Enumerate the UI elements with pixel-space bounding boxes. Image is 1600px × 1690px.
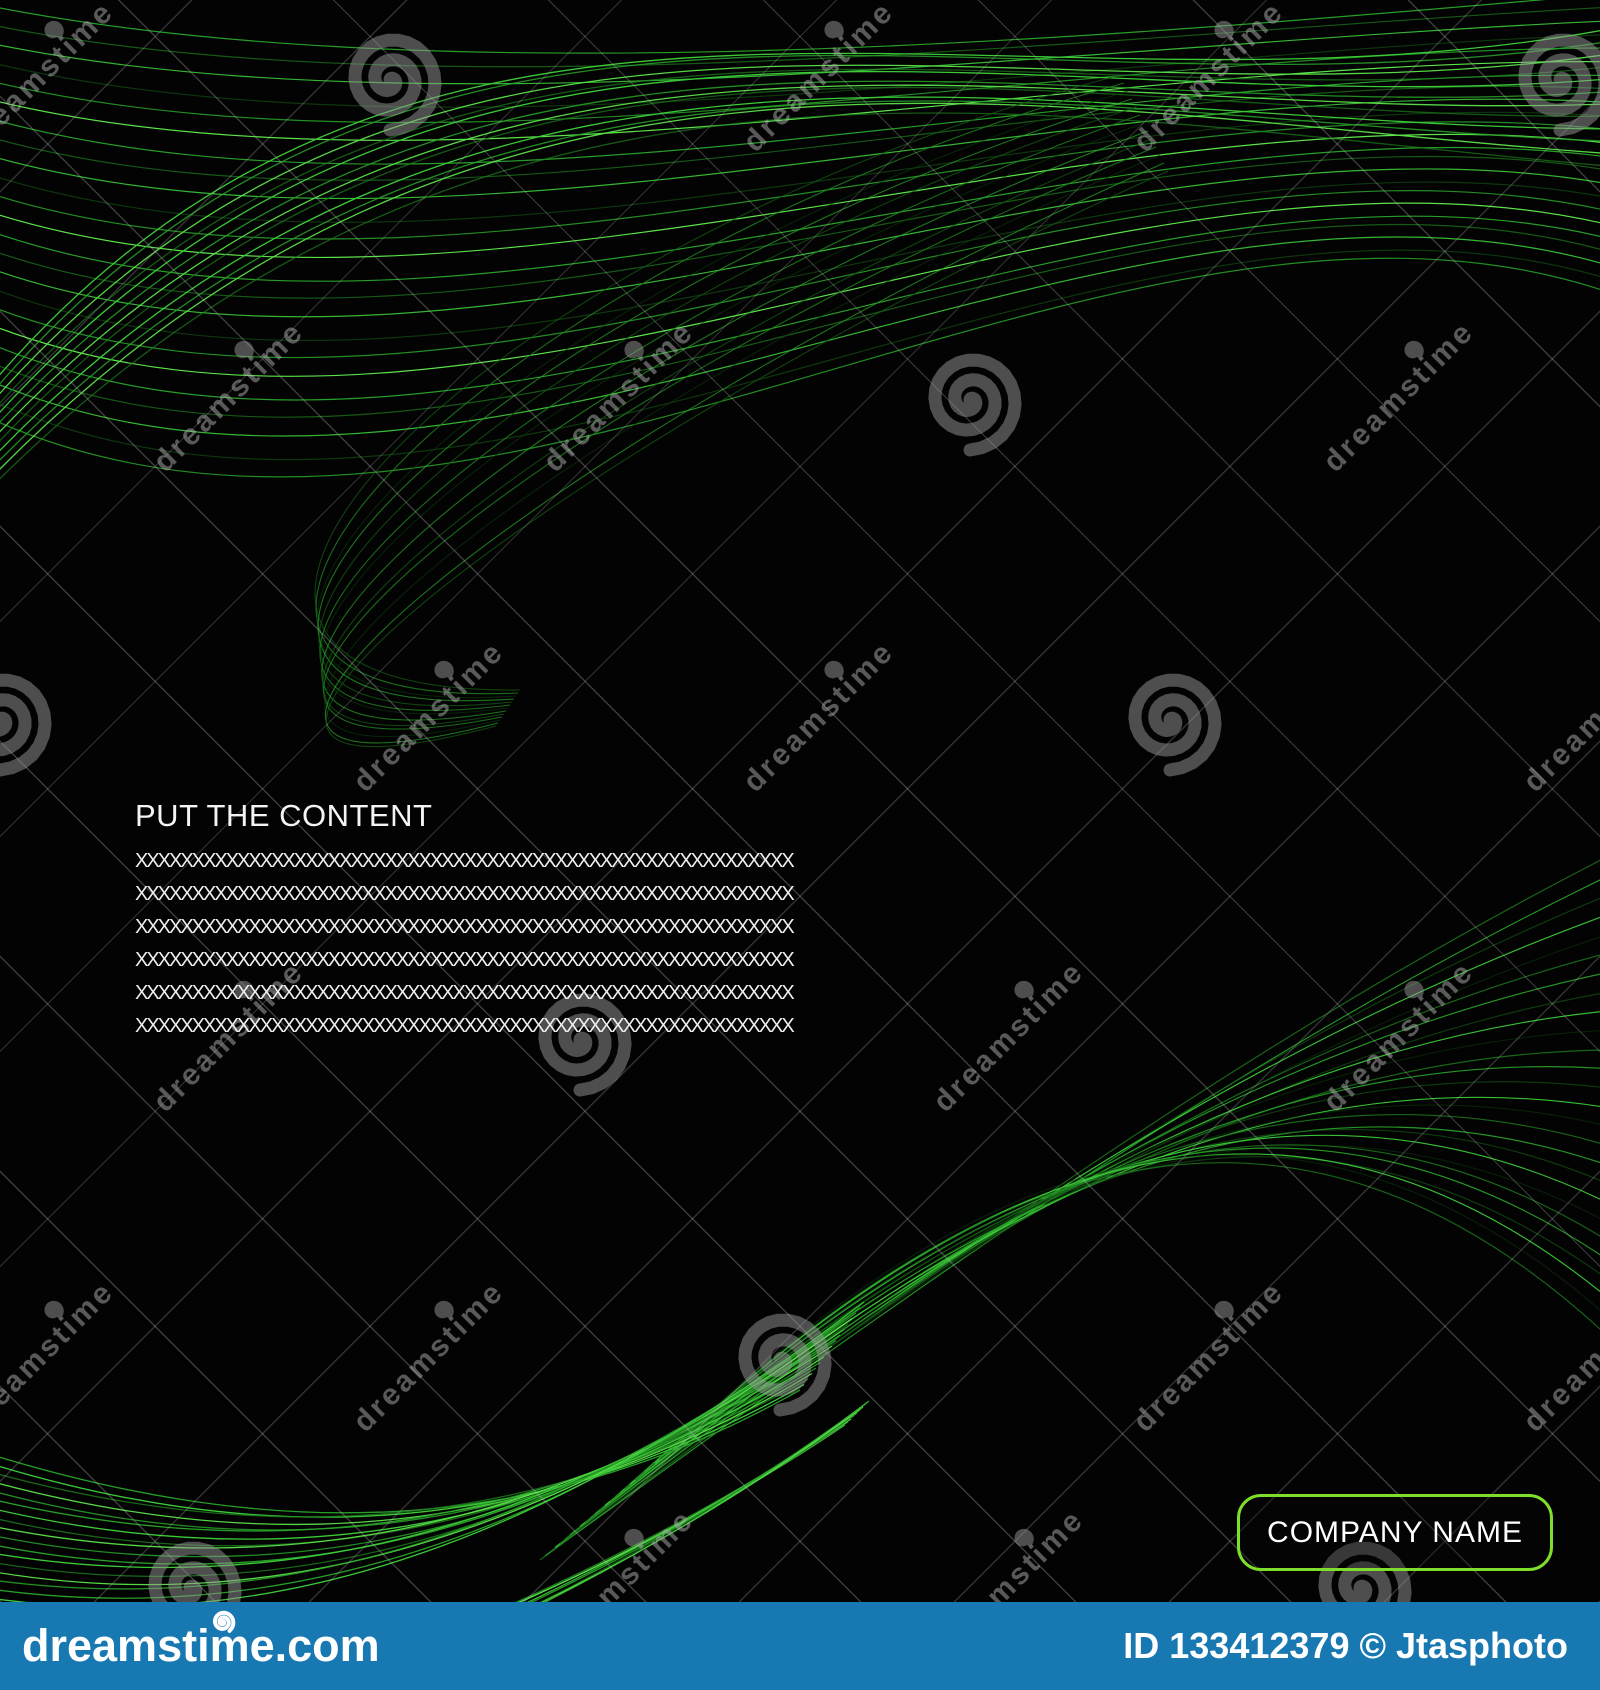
wave-line — [589, 1049, 1600, 1519]
wave-line — [0, 1301, 865, 1608]
stock-image-preview: dreamstime dreamstime dreamstime dreamstime… — [0, 0, 1600, 1690]
wave-line — [609, 1104, 1600, 1502]
wave-line — [0, 1323, 849, 1578]
wave-line — [315, 82, 1125, 695]
wave-line — [594, 1066, 1600, 1515]
wave-line — [320, 122, 1145, 715]
wave-line — [654, 1153, 1600, 1464]
dreamstime-logo-text: dreamstime.com — [22, 1620, 380, 1671]
dreamstime-logo: dreamstime.com — [22, 1602, 380, 1690]
wave-line — [0, 121, 1600, 240]
wave-line — [0, 224, 1600, 418]
wave-line — [624, 1128, 1600, 1490]
wave-line — [316, 90, 1129, 698]
image-credit: ID 133412379 © Jtasphoto — [1123, 1625, 1568, 1666]
content-title: PUT THE CONTENT — [135, 798, 433, 833]
wave-line — [659, 1154, 1600, 1460]
placeholder-line: XXXXXXXXXXXXXXXXXXXXXXXXXXXXXXXXXXXXXXXX… — [135, 1015, 795, 1037]
placeholder-line: XXXXXXXXXXXXXXXXXXXXXXXXXXXXXXXXXXXXXXXX… — [135, 883, 795, 905]
wave-line — [634, 1145, 1600, 1481]
wave-line — [664, 1162, 1600, 1456]
placeholder-line: XXXXXXXXXXXXXXXXXXXXXXXXXXXXXXXXXXXXXXXX… — [135, 850, 795, 872]
wave-line — [619, 1126, 1600, 1494]
wave-line — [0, 111, 1600, 223]
wave-line — [579, 1011, 1600, 1527]
wave-line — [0, 1334, 841, 1565]
wave-line — [325, 170, 1169, 748]
placeholder-line: XXXXXXXXXXXXXXXXXXXXXXXXXXXXXXXXXXXXXXXX… — [135, 916, 795, 938]
wave-line — [0, 249, 1600, 461]
content-block: PUT THE CONTENT XXXXXXXXXXXXXXXXXXXXXXXX… — [135, 798, 795, 1043]
wave-line — [0, 42, 1600, 385]
watermark-footer-bar: dreamstime.com ID 133412379 © Jtasphoto — [0, 1602, 1600, 1690]
content-placeholder-text: XXXXXXXXXXXXXXXXXXXXXXXXXXXXXXXXXXXXXXXX… — [135, 845, 795, 1043]
wave-line — [0, 236, 1600, 437]
placeholder-line: XXXXXXXXXXXXXXXXXXXXXXXXXXXXXXXXXXXXXXXX… — [135, 982, 795, 1004]
wave-line — [0, 181, 1600, 342]
wave-line — [0, 20, 1600, 85]
wave-line — [649, 1156, 1600, 1469]
placeholder-line: XXXXXXXXXXXXXXXXXXXXXXXXXXXXXXXXXXXXXXXX… — [135, 949, 795, 971]
wave-line — [0, 112, 1600, 480]
company-name-button[interactable]: COMPANY NAME — [1237, 1494, 1553, 1571]
wave-line — [644, 1147, 1600, 1473]
wave-line — [0, 86, 1600, 442]
wave-line — [584, 1030, 1600, 1523]
wave-line — [569, 973, 1600, 1536]
wave-line — [599, 1081, 1600, 1511]
wave-line — [0, 0, 1547, 54]
dreamstime-spiral-icon — [212, 1610, 236, 1633]
wave-line — [604, 1096, 1600, 1506]
wave-line — [0, 257, 1600, 478]
wave-line — [629, 1134, 1600, 1485]
company-name-label: COMPANY NAME — [1267, 1515, 1523, 1549]
wave-line — [574, 993, 1600, 1532]
